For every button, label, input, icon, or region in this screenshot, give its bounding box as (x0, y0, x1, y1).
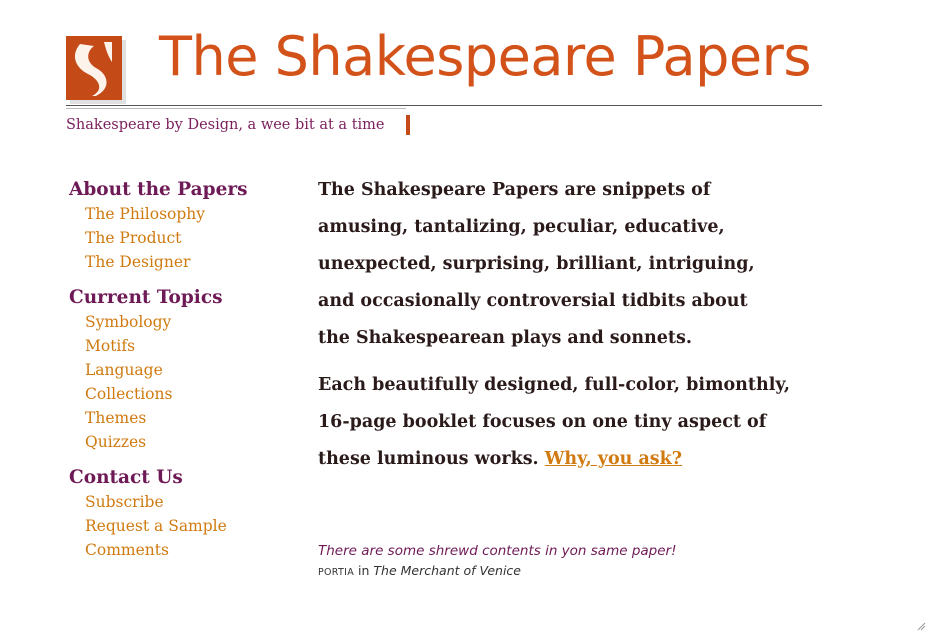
nav-link-philosophy[interactable]: The Philosophy (85, 202, 289, 226)
sidebar-nav: About the Papers The Philosophy The Prod… (69, 178, 289, 574)
booklet-line-text: these luminous works. (318, 449, 539, 469)
intro-paragraph: The Shakespeare Papers are snippets of a… (318, 172, 878, 357)
nav-heading-about[interactable]: About the Papers (69, 178, 289, 202)
site-header: The Shakespeare Papers Shakespeare by De… (66, 24, 826, 142)
main-content: The Shakespeare Papers are snippets of a… (318, 172, 878, 488)
booklet-line: Each beautifully designed, full-color, b… (318, 375, 790, 395)
booklet-line: these luminous works. Why, you ask? (318, 441, 878, 478)
quote-play: The Merchant of Venice (373, 563, 521, 578)
nav-link-product[interactable]: The Product (85, 226, 289, 250)
intro-line: the Shakespearean plays and sonnets. (318, 328, 692, 348)
nav-link-comments[interactable]: Comments (85, 538, 289, 562)
nav-link-quizzes[interactable]: Quizzes (85, 430, 289, 454)
nav-link-motifs[interactable]: Motifs (85, 334, 289, 358)
nav-link-themes[interactable]: Themes (85, 406, 289, 430)
nav-heading-contact[interactable]: Contact Us (69, 466, 289, 490)
intro-line: unexpected, surprising, brilliant, intri… (318, 254, 755, 274)
intro-line: and occasionally controversial tidbits a… (318, 291, 748, 311)
stylized-s-icon[interactable] (66, 34, 130, 106)
nav-link-subscribe[interactable]: Subscribe (85, 490, 289, 514)
title-divider (66, 105, 822, 106)
nav-link-designer[interactable]: The Designer (85, 250, 289, 274)
epigraph-quote: There are some shrewd contents in yon sa… (318, 541, 677, 583)
nav-list-contact: Subscribe Request a Sample Comments (85, 490, 289, 562)
booklet-line: 16-page booklet focuses on one tiny aspe… (318, 412, 767, 432)
booklet-paragraph: Each beautifully designed, full-color, b… (318, 367, 878, 478)
title-divider-shadow (66, 108, 406, 109)
nav-list-topics: Symbology Motifs Language Collections Th… (85, 310, 289, 454)
resize-grip-icon (917, 622, 926, 631)
nav-list-about: The Philosophy The Product The Designer (85, 202, 289, 274)
quote-speaker: PORTIA (318, 567, 355, 578)
nav-section-topics: Current Topics Symbology Motifs Language… (69, 286, 289, 454)
nav-link-symbology[interactable]: Symbology (85, 310, 289, 334)
intro-line: amusing, tantalizing, peculiar, educativ… (318, 217, 725, 237)
nav-heading-topics[interactable]: Current Topics (69, 286, 289, 310)
nav-link-language[interactable]: Language (85, 358, 289, 382)
quote-text: There are some shrewd contents in yon sa… (318, 543, 677, 559)
intro-line: The Shakespeare Papers are snippets of (318, 180, 711, 200)
site-tagline: Shakespeare by Design, a wee bit at a ti… (66, 117, 385, 133)
site-title[interactable]: The Shakespeare Papers (159, 30, 811, 84)
nav-link-collections[interactable]: Collections (85, 382, 289, 406)
nav-section-about: About the Papers The Philosophy The Prod… (69, 178, 289, 274)
tagline-accent-bar (406, 115, 410, 135)
why-you-ask-link[interactable]: Why, you ask? (545, 449, 682, 469)
nav-link-request-sample[interactable]: Request a Sample (85, 514, 289, 538)
quote-connector: in (358, 563, 370, 578)
nav-section-contact: Contact Us Subscribe Request a Sample Co… (69, 466, 289, 562)
quote-citation: PORTIA in The Merchant of Venice (318, 561, 677, 583)
